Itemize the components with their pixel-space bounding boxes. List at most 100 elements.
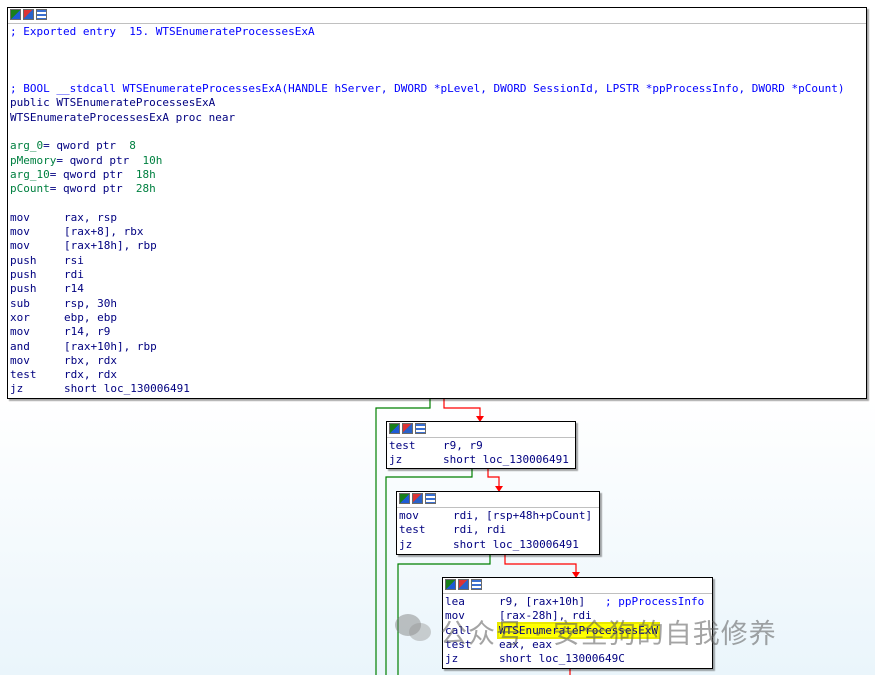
code-line[interactable]: push rdi bbox=[10, 268, 864, 282]
operands: rdi bbox=[64, 268, 84, 282]
mnemonic: and bbox=[10, 339, 30, 353]
code-text: WTSEnumerateProcessesExA proc near bbox=[10, 110, 236, 124]
stack-var-name: arg_10 bbox=[10, 167, 50, 181]
stack-var-type: = qword ptr bbox=[43, 139, 123, 153]
mnemonic: mov bbox=[10, 225, 30, 239]
node-toolbar bbox=[8, 8, 866, 24]
code-line[interactable]: mov rdi, [rsp+48h+pCount] bbox=[399, 509, 597, 523]
code-line[interactable]: test r9, r9 bbox=[389, 439, 573, 453]
mnemonic: test bbox=[389, 439, 416, 452]
hex-view-icon[interactable] bbox=[425, 493, 436, 504]
mnemonic: mov bbox=[399, 509, 419, 522]
code-line[interactable]: test rdi, rdi bbox=[399, 523, 597, 537]
code-line[interactable]: push rsi bbox=[10, 254, 864, 268]
code-line[interactable]: mov [rax+8], rbx bbox=[10, 225, 864, 239]
edge-false-node2-to-node3 bbox=[487, 467, 500, 488]
graph-node-test-r9[interactable]: test r9, r9 jz short loc_130006491 bbox=[386, 421, 576, 469]
code-line[interactable]: lea r9, [rax+10h] ; ppProcessInfo bbox=[445, 595, 710, 609]
code-line[interactable]: WTSEnumerateProcessesExA proc near bbox=[10, 111, 864, 125]
operands: rdi, rdi bbox=[453, 523, 506, 537]
operands: [rax+18h], rbp bbox=[64, 239, 157, 253]
operands: rbx, rdx bbox=[64, 353, 117, 367]
disassembly-listing[interactable]: test r9, r9 jz short loc_130006491 bbox=[387, 438, 575, 470]
code-line[interactable]: and [rax+10h], rbp bbox=[10, 340, 864, 354]
code-line[interactable]: test rdx, rdx bbox=[10, 368, 864, 382]
code-comment: ; Exported entry 15. WTSEnumerateProcess… bbox=[10, 25, 315, 38]
code-line[interactable]: jz short loc_130006491 bbox=[10, 382, 864, 396]
wechat-logo-icon bbox=[395, 614, 431, 641]
operands: rdx, rdx bbox=[64, 368, 117, 382]
code-line[interactable]: pMemory= qword ptr 10h bbox=[10, 154, 864, 168]
code-line[interactable]: jz short loc_130006491 bbox=[399, 538, 597, 552]
operands: r14, r9 bbox=[64, 325, 111, 339]
operands: rsi bbox=[64, 253, 84, 267]
disassembly-listing[interactable]: ; Exported entry 15. WTSEnumerateProcess… bbox=[8, 24, 866, 399]
code-line[interactable]: jz short loc_13000649C bbox=[445, 652, 710, 666]
disassembly-listing[interactable]: mov rdi, [rsp+48h+pCount] test rdi, rdi jz sh… bbox=[397, 508, 599, 554]
mnemonic: test bbox=[399, 523, 426, 537]
code-line[interactable]: mov rax, rsp bbox=[10, 211, 864, 225]
mnemonic: push bbox=[10, 268, 37, 282]
mnemonic: jz bbox=[445, 652, 459, 666]
graph-icon[interactable] bbox=[445, 579, 456, 590]
edge-false-node3-to-node4 bbox=[504, 553, 577, 574]
code-line[interactable]: arg_0= qword ptr 8 bbox=[10, 139, 864, 153]
code-line[interactable]: mov rbx, rdx bbox=[10, 354, 864, 368]
stack-var-offset: 18h bbox=[129, 167, 156, 181]
code-line[interactable]: arg_10= qword ptr 18h bbox=[10, 168, 864, 182]
hex-view-icon[interactable] bbox=[415, 423, 426, 434]
edit-icon[interactable] bbox=[23, 9, 34, 20]
watermark-text: 公众号 · 安全狗的自我修养 bbox=[440, 619, 777, 650]
graph-node-test-rdi[interactable]: mov rdi, [rsp+48h+pCount] test rdi, rdi jz sh… bbox=[396, 491, 600, 555]
edit-icon[interactable] bbox=[412, 493, 423, 504]
code-line[interactable]: push r14 bbox=[10, 282, 864, 296]
operands: ebp, ebp bbox=[64, 310, 117, 324]
code-line[interactable] bbox=[10, 197, 864, 211]
hex-view-icon[interactable] bbox=[471, 579, 482, 590]
operands: short loc_130006491 bbox=[64, 382, 190, 396]
code-line[interactable]: public WTSEnumerateProcessesExA bbox=[10, 96, 864, 110]
code-line[interactable] bbox=[10, 125, 864, 139]
mnemonic: mov bbox=[10, 325, 30, 339]
code-line[interactable]: jz short loc_130006491 bbox=[389, 453, 573, 467]
operands: short loc_130006491 bbox=[443, 453, 569, 467]
graph-icon[interactable] bbox=[399, 493, 410, 504]
mnemonic: jz bbox=[389, 453, 403, 467]
hex-view-icon[interactable] bbox=[36, 9, 47, 20]
stack-var-name: pMemory bbox=[10, 153, 57, 167]
operands: [rax+10h], rbp bbox=[64, 339, 157, 353]
edge-false-main-to-node2 bbox=[443, 398, 481, 418]
mnemonic: push bbox=[10, 282, 37, 296]
code-line[interactable]: xor ebp, ebp bbox=[10, 311, 864, 325]
graph-icon[interactable] bbox=[389, 423, 400, 434]
stack-var-name: arg_0 bbox=[10, 139, 44, 153]
code-line[interactable] bbox=[10, 68, 864, 82]
stack-var-offset: 8 bbox=[122, 139, 136, 153]
stack-var-type: = qword ptr bbox=[56, 153, 136, 167]
operands: r14 bbox=[64, 282, 84, 296]
graph-icon[interactable] bbox=[10, 9, 21, 20]
code-line[interactable] bbox=[10, 39, 864, 53]
code-line[interactable]: ; Exported entry 15. WTSEnumerateProcess… bbox=[10, 25, 864, 39]
code-line[interactable]: sub rsp, 30h bbox=[10, 297, 864, 311]
mnemonic: sub bbox=[10, 296, 30, 310]
code-line[interactable]: mov [rax+18h], rbp bbox=[10, 239, 864, 253]
code-line[interactable]: pCount= qword ptr 28h bbox=[10, 182, 864, 196]
edit-icon[interactable] bbox=[402, 423, 413, 434]
stack-var-offset: 10h bbox=[135, 153, 163, 167]
code-line[interactable]: ; BOOL __stdcall WTSEnumerateProcessesEx… bbox=[10, 82, 864, 96]
code-line[interactable]: mov r14, r9 bbox=[10, 325, 864, 339]
mnemonic: jz bbox=[399, 537, 413, 551]
stack-var-offset: 28h bbox=[129, 182, 156, 196]
mnemonic: test bbox=[10, 368, 37, 382]
operands: r9, r9 bbox=[443, 439, 483, 452]
node-toolbar bbox=[387, 422, 575, 438]
mnemonic: jz bbox=[10, 382, 24, 396]
node-toolbar bbox=[397, 492, 599, 508]
operands: short loc_13000649C bbox=[499, 652, 625, 666]
code-comment: ; BOOL __stdcall WTSEnumerateProcessesEx… bbox=[10, 82, 845, 96]
edit-icon[interactable] bbox=[458, 579, 469, 590]
stack-var-type: = qword ptr bbox=[49, 167, 130, 181]
code-line[interactable] bbox=[10, 54, 864, 68]
graph-node-entry[interactable]: ; Exported entry 15. WTSEnumerateProcess… bbox=[7, 7, 867, 399]
